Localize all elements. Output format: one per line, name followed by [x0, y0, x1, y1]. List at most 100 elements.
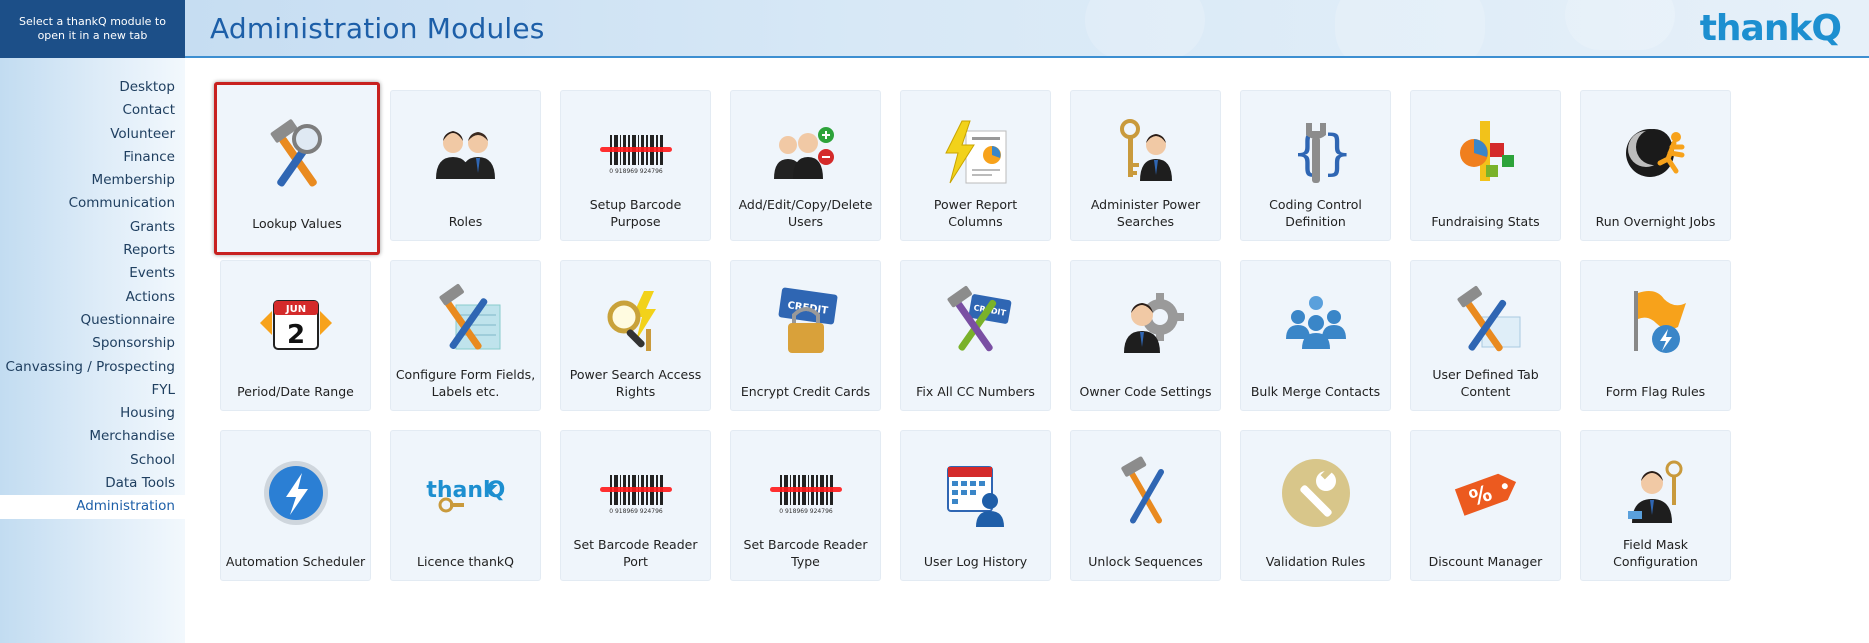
module-unlock-sequences[interactable]: Unlock Sequences: [1070, 430, 1221, 581]
module-encrypt-credit-cards[interactable]: CREDIT Encrypt Credit Cards: [730, 260, 881, 411]
svg-text:0 918969 924796: 0 918969 924796: [779, 508, 833, 515]
sidebar-item-grants[interactable]: Grants: [0, 216, 185, 239]
sidebar-item-housing[interactable]: Housing: [0, 402, 185, 425]
module-owner-code-settings[interactable]: Owner Code Settings: [1070, 260, 1221, 411]
stats-blocks-icon: [1446, 113, 1526, 193]
module-label: Licence thankQ: [417, 553, 514, 569]
module-licence-thankq[interactable]: thank Q Licence thankQ: [390, 430, 541, 581]
module-label: Automation Scheduler: [225, 553, 366, 569]
module-label: Set Barcode Reader Type: [743, 537, 868, 569]
flag-icon: [1616, 283, 1696, 363]
people-roles-icon: [426, 113, 506, 193]
module-automation-scheduler[interactable]: Automation Scheduler: [220, 430, 371, 581]
sidebar-item-data-tools[interactable]: Data Tools: [0, 472, 185, 495]
wrench-braces-icon: { }: [1276, 113, 1356, 193]
module-label: Field Mask Configuration: [1613, 537, 1698, 569]
sidebar-item-reports[interactable]: Reports: [0, 239, 185, 262]
calendar-user-icon: [936, 453, 1016, 533]
sidebar-nav: Desktop Contact Volunteer Finance Member…: [0, 76, 185, 519]
thankq-key-icon: thank Q: [426, 453, 506, 533]
module-label: Bulk Merge Contacts: [1250, 383, 1381, 399]
module-administer-power-searches[interactable]: Administer Power Searches: [1070, 90, 1221, 241]
lightning-report-icon: [936, 113, 1016, 193]
module-set-barcode-reader-type[interactable]: 0 918969 924796 Set Barcode Reader Type: [730, 430, 881, 581]
module-label: Fundraising Stats: [1431, 213, 1540, 229]
module-field-mask-configuration[interactable]: Field Mask Configuration: [1580, 430, 1731, 581]
tools-credit-card-icon: CREDIT: [936, 283, 1016, 363]
module-coding-control-definition[interactable]: { } Coding Control Definition: [1240, 90, 1391, 241]
svg-text:0 918969 924796: 0 918969 924796: [609, 168, 663, 175]
module-user-defined-tab-content[interactable]: User Defined Tab Content: [1410, 260, 1561, 411]
logo-text: thank: [1699, 8, 1813, 49]
barcode-laser-icon: 0 918969 924796: [596, 113, 676, 193]
module-user-log-history[interactable]: User Log History: [900, 430, 1051, 581]
hammer-wrench-magnifier-icon: [257, 115, 337, 195]
module-label: Run Overnight Jobs: [1595, 213, 1716, 229]
module-label: Owner Code Settings: [1079, 383, 1212, 399]
page-header: Administration Modules thankQ: [185, 0, 1869, 58]
sidebar-item-school[interactable]: School: [0, 449, 185, 472]
puzzle-decoration: [1085, 0, 1205, 56]
sidebar-item-canvassing-prospecting[interactable]: Canvassing / Prospecting: [0, 356, 185, 379]
module-power-report-columns[interactable]: Power Report Columns: [900, 90, 1051, 241]
tools-form-icon: [426, 283, 506, 363]
sidebar: Select a thankQ module to open it in a n…: [0, 0, 185, 643]
sidebar-item-fyl[interactable]: FYL: [0, 379, 185, 402]
module-label: Add/Edit/Copy/Delete Users: [738, 197, 873, 229]
module-run-overnight-jobs[interactable]: Run Overnight Jobs: [1580, 90, 1731, 241]
sidebar-item-events[interactable]: Events: [0, 262, 185, 285]
module-configure-form-fields[interactable]: Configure Form Fields, Labels etc.: [390, 260, 541, 411]
module-form-flag-rules[interactable]: Form Flag Rules: [1580, 260, 1731, 411]
sidebar-item-questionnaire[interactable]: Questionnaire: [0, 309, 185, 332]
sidebar-item-actions[interactable]: Actions: [0, 286, 185, 309]
module-lookup-values[interactable]: Lookup Values: [214, 82, 380, 255]
module-label: Roles: [448, 213, 483, 229]
module-bulk-merge-contacts[interactable]: Bulk Merge Contacts: [1240, 260, 1391, 411]
module-label: Validation Rules: [1265, 553, 1366, 569]
sidebar-item-merchandise[interactable]: Merchandise: [0, 425, 185, 448]
module-label: Period/Date Range: [237, 383, 354, 399]
sidebar-item-administration[interactable]: Administration: [0, 495, 185, 519]
person-gear-icon: [1106, 283, 1186, 363]
module-power-search-access-rights[interactable]: Power Search Access Rights: [560, 260, 711, 411]
calendar-day-text: 2: [286, 320, 304, 350]
lightning-orb-icon: [256, 453, 336, 533]
module-validation-rules[interactable]: Validation Rules: [1240, 430, 1391, 581]
module-add-edit-copy-delete-users[interactable]: Add/Edit/Copy/Delete Users: [730, 90, 881, 241]
hammer-screwdriver-icon: [1106, 453, 1186, 533]
sidebar-hint: Select a thankQ module to open it in a n…: [0, 0, 185, 58]
calendar-month-text: JUN: [284, 304, 305, 315]
module-label: Form Flag Rules: [1605, 383, 1706, 399]
module-label: Configure Form Fields, Labels etc.: [395, 367, 536, 399]
sidebar-item-desktop[interactable]: Desktop: [0, 76, 185, 99]
module-roles[interactable]: Roles: [390, 90, 541, 241]
sidebar-item-volunteer[interactable]: Volunteer: [0, 123, 185, 146]
sidebar-item-finance[interactable]: Finance: [0, 146, 185, 169]
sidebar-item-membership[interactable]: Membership: [0, 169, 185, 192]
barcode-laser-icon: 0 918969 924796: [766, 453, 846, 533]
sidebar-item-communication[interactable]: Communication: [0, 192, 185, 215]
module-label: Administer Power Searches: [1090, 197, 1201, 229]
puzzle-decoration: [1565, 0, 1675, 50]
merge-people-icon: [1276, 283, 1356, 363]
svg-text:0 918969 924796: 0 918969 924796: [609, 508, 663, 515]
puzzle-decoration: [1335, 0, 1485, 56]
calendar-arrows-icon: JUN 2: [256, 283, 336, 363]
module-label: User Log History: [923, 553, 1028, 569]
module-label: Setup Barcode Purpose: [589, 197, 682, 229]
module-discount-manager[interactable]: % Discount Manager: [1410, 430, 1561, 581]
module-fix-all-cc-numbers[interactable]: CREDIT Fix All CC Numbers: [900, 260, 1051, 411]
discount-tag-icon: %: [1446, 453, 1526, 533]
module-label: Coding Control Definition: [1269, 197, 1362, 229]
module-setup-barcode-purpose[interactable]: 0 918969 924796 Setup Barcode Purpose: [560, 90, 711, 241]
moon-runner-icon: [1616, 113, 1696, 193]
module-fundraising-stats[interactable]: Fundraising Stats: [1410, 90, 1561, 241]
tools-tab-icon: [1446, 283, 1526, 363]
licence-logo-q: Q: [486, 478, 505, 503]
sidebar-item-contact[interactable]: Contact: [0, 99, 185, 122]
module-period-date-range[interactable]: JUN 2 Period/Date Range: [220, 260, 371, 411]
module-label: Unlock Sequences: [1088, 553, 1203, 569]
sidebar-item-sponsorship[interactable]: Sponsorship: [0, 332, 185, 355]
module-set-barcode-reader-port[interactable]: 0 918969 924796 Set Barcode Reader Port: [560, 430, 711, 581]
wrench-circle-icon: [1276, 453, 1356, 533]
